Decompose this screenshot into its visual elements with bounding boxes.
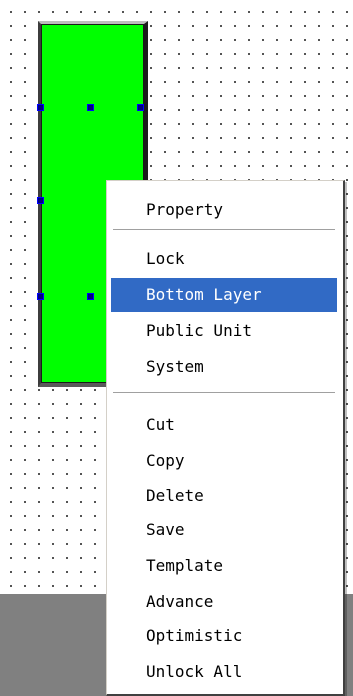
context-menu: Property Lock Bottom Layer Public Unit S… xyxy=(106,180,345,696)
menu-item-bottom-layer[interactable]: Bottom Layer xyxy=(111,278,337,312)
resize-handle-top-center[interactable] xyxy=(87,104,94,111)
resize-handle-bottom-center[interactable] xyxy=(87,293,94,300)
menu-item-optimistic[interactable]: Optimistic xyxy=(111,619,337,653)
menu-item-system[interactable]: System xyxy=(111,350,337,384)
menu-separator xyxy=(113,229,335,231)
resize-handle-bottom-left[interactable] xyxy=(37,293,44,300)
menu-item-unlock-all[interactable]: Unlock All xyxy=(111,655,337,689)
menu-item-delete[interactable]: Delete xyxy=(111,479,337,513)
menu-item-lock[interactable]: Lock xyxy=(111,242,337,276)
menu-item-property[interactable]: Property xyxy=(111,193,337,227)
menu-separator xyxy=(113,392,335,394)
menu-item-cut[interactable]: Cut xyxy=(111,408,337,442)
menu-item-copy[interactable]: Copy xyxy=(111,444,337,478)
menu-item-template[interactable]: Template xyxy=(111,549,337,583)
menu-item-save[interactable]: Save xyxy=(111,513,337,547)
resize-handle-top-right[interactable] xyxy=(137,104,144,111)
resize-handle-top-left[interactable] xyxy=(37,104,44,111)
resize-handle-middle-left[interactable] xyxy=(37,197,44,204)
menu-item-advance[interactable]: Advance xyxy=(111,585,337,619)
menu-item-public-unit[interactable]: Public Unit xyxy=(111,314,337,348)
